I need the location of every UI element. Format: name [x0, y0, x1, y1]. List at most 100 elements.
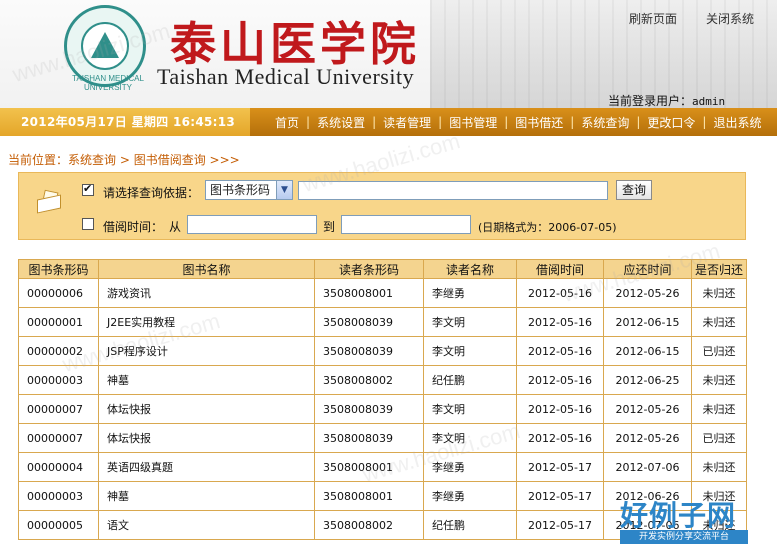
query-panel: 请选择查询依据： 图书条形码 ▼ 查询 借阅时间： 从 到 (日期格式为：200…	[18, 172, 746, 240]
nav-item-change-password[interactable]: 更改口令	[640, 114, 702, 131]
cell-book-name: 神墓	[98, 365, 315, 395]
cell-book-name: 体坛快报	[98, 394, 315, 424]
col-header-due-date: 应还时间	[603, 259, 692, 279]
refresh-page-link[interactable]: 刷新页面	[629, 10, 677, 27]
cell-borrow-date: 2012-05-17	[516, 510, 604, 540]
cell-book-name: 游戏资讯	[98, 278, 315, 308]
cell-due-date: 2012-07-06	[603, 452, 692, 482]
date-format-hint: (日期格式为：2006-07-05)	[478, 221, 617, 234]
close-system-link[interactable]: 关闭系统	[706, 10, 754, 27]
nav-item-system-query[interactable]: 系统查询	[574, 114, 636, 131]
borrow-date-checkbox[interactable]	[82, 218, 94, 230]
col-header-book-name: 图书名称	[98, 259, 315, 279]
cell-due-date: 2012-06-15	[603, 336, 692, 366]
breadcrumb-tail: >>>	[205, 153, 240, 167]
book-search-icon	[35, 189, 65, 215]
cell-due-date: 2012-05-26	[603, 423, 692, 453]
col-header-borrow-date: 借阅时间	[516, 259, 604, 279]
date-to-input[interactable]	[341, 215, 471, 234]
cell-book-barcode: 00000001	[18, 307, 99, 337]
cell-returned-status: 已归还	[691, 423, 747, 453]
criteria-value-input[interactable]	[298, 181, 608, 200]
cell-due-date: 2012-05-26	[603, 394, 692, 424]
breadcrumb-borrow-query[interactable]: 图书借阅查询	[134, 153, 206, 167]
cell-reader-name: 李文明	[423, 394, 517, 424]
cell-reader-name: 李继勇	[423, 481, 517, 511]
cell-reader-barcode: 3508008039	[314, 336, 424, 366]
nav-item-exit-system[interactable]: 退出系统	[706, 114, 768, 131]
cell-reader-name: 李文明	[423, 307, 517, 337]
date-from-input[interactable]	[187, 215, 317, 234]
breadcrumb-label: 当前位置：	[8, 153, 69, 167]
search-button[interactable]: 查询	[616, 180, 652, 200]
cell-book-name: 体坛快报	[98, 423, 315, 453]
date-from-label: 从	[169, 220, 182, 234]
criteria-label: 请选择查询依据：	[103, 186, 200, 200]
cell-book-name: J2EE实用教程	[98, 307, 315, 337]
cell-borrow-date: 2012-05-16	[516, 365, 604, 395]
current-user-name: admin	[692, 95, 726, 108]
current-datetime: 2012年05月17日 星期四 16:45:13	[0, 108, 250, 136]
criteria-selected-value: 图书条形码	[210, 183, 271, 197]
cell-reader-name: 李继勇	[423, 278, 517, 308]
cell-reader-barcode: 3508008039	[314, 394, 424, 424]
cell-reader-barcode: 3508008001	[314, 452, 424, 482]
cell-borrow-date: 2012-05-16	[516, 423, 604, 453]
cell-due-date: 2012-06-25	[603, 365, 692, 395]
nav-item-home[interactable]: 首页	[268, 114, 306, 131]
date-to-label: 到	[323, 220, 336, 234]
cell-reader-name: 李继勇	[423, 452, 517, 482]
borrow-date-label: 借阅时间：	[103, 220, 164, 234]
cell-book-barcode: 00000007	[18, 394, 99, 424]
current-user-info: 当前登录用户：admin	[608, 92, 725, 108]
cell-reader-barcode: 3508008039	[314, 423, 424, 453]
cell-book-barcode: 00000006	[18, 278, 99, 308]
table-row: 00000006 游戏资讯 3508008001 李继勇 2012-05-16 …	[18, 278, 747, 308]
table-row: 00000007 体坛快报 3508008039 李文明 2012-05-16 …	[18, 423, 747, 453]
cell-borrow-date: 2012-05-16	[516, 336, 604, 366]
cell-returned-status: 未归还	[691, 452, 747, 482]
col-header-returned: 是否归还	[691, 259, 747, 279]
col-header-book-barcode: 图书条形码	[18, 259, 99, 279]
cell-returned-status: 未归还	[691, 307, 747, 337]
chevron-down-icon[interactable]: ▼	[276, 181, 292, 199]
cell-due-date: 2012-06-15	[603, 307, 692, 337]
cell-book-barcode: 00000003	[18, 365, 99, 395]
nav-menu: 首页 | 系统设置 | 读者管理 | 图书管理 | 图书借还 | 系统查询 | 更改口令 | …	[268, 108, 768, 136]
cell-borrow-date: 2012-05-16	[516, 278, 604, 308]
university-logo: TAISHAN MEDICAL UNIVERSITY	[64, 5, 146, 92]
cell-book-barcode: 00000004	[18, 452, 99, 482]
cell-borrow-date: 2012-05-17	[516, 452, 604, 482]
cell-reader-barcode: 3508008002	[314, 510, 424, 540]
university-name-en: Taishan Medical University	[157, 64, 415, 89]
table-header-row: 图书条形码 图书名称 读者条形码 读者名称 借阅时间 应还时间 是否归还	[18, 259, 747, 279]
cell-book-barcode: 00000003	[18, 481, 99, 511]
nav-item-borrow-return[interactable]: 图书借还	[508, 114, 570, 131]
site-brand-watermark: 好例子网 开发实例分享交流平台	[620, 494, 750, 546]
table-row: 00000002 JSP程序设计 3508008039 李文明 2012-05-…	[18, 336, 747, 366]
header-banner: TAISHAN MEDICAL UNIVERSITY 泰山医学院 Taishan…	[0, 0, 777, 108]
criteria-select[interactable]: 图书条形码 ▼	[205, 180, 293, 200]
cell-reader-name: 李文明	[423, 336, 517, 366]
brand-subtitle: 开发实例分享交流平台	[620, 530, 748, 544]
nav-item-system-settings[interactable]: 系统设置	[310, 114, 372, 131]
criteria-checkbox[interactable]	[82, 182, 94, 196]
table-row: 00000001 J2EE实用教程 3508008039 李文明 2012-05…	[18, 307, 747, 337]
logo-text: TAISHAN MEDICAL UNIVERSITY	[72, 74, 144, 92]
cell-reader-name: 李文明	[423, 423, 517, 453]
book-cover-shape	[37, 194, 61, 214]
nav-item-book-management[interactable]: 图书管理	[442, 114, 504, 131]
cell-due-date: 2012-05-26	[603, 278, 692, 308]
nav-item-reader-management[interactable]: 读者管理	[376, 114, 438, 131]
cell-reader-barcode: 3508008039	[314, 307, 424, 337]
main-nav-bar: 2012年05月17日 星期四 16:45:13 首页 | 系统设置 | 读者管理 |…	[0, 108, 777, 136]
cell-reader-name: 纪任鹏	[423, 365, 517, 395]
cell-returned-status: 已归还	[691, 336, 747, 366]
col-header-reader-name: 读者名称	[423, 259, 517, 279]
breadcrumb-system-query[interactable]: 系统查询	[68, 153, 116, 167]
cell-book-barcode: 00000002	[18, 336, 99, 366]
brand-title: 好例子网	[620, 499, 737, 532]
breadcrumb-separator: >	[116, 153, 134, 167]
logo-mountain-icon	[91, 32, 119, 58]
table-row: 00000007 体坛快报 3508008039 李文明 2012-05-16 …	[18, 394, 747, 424]
